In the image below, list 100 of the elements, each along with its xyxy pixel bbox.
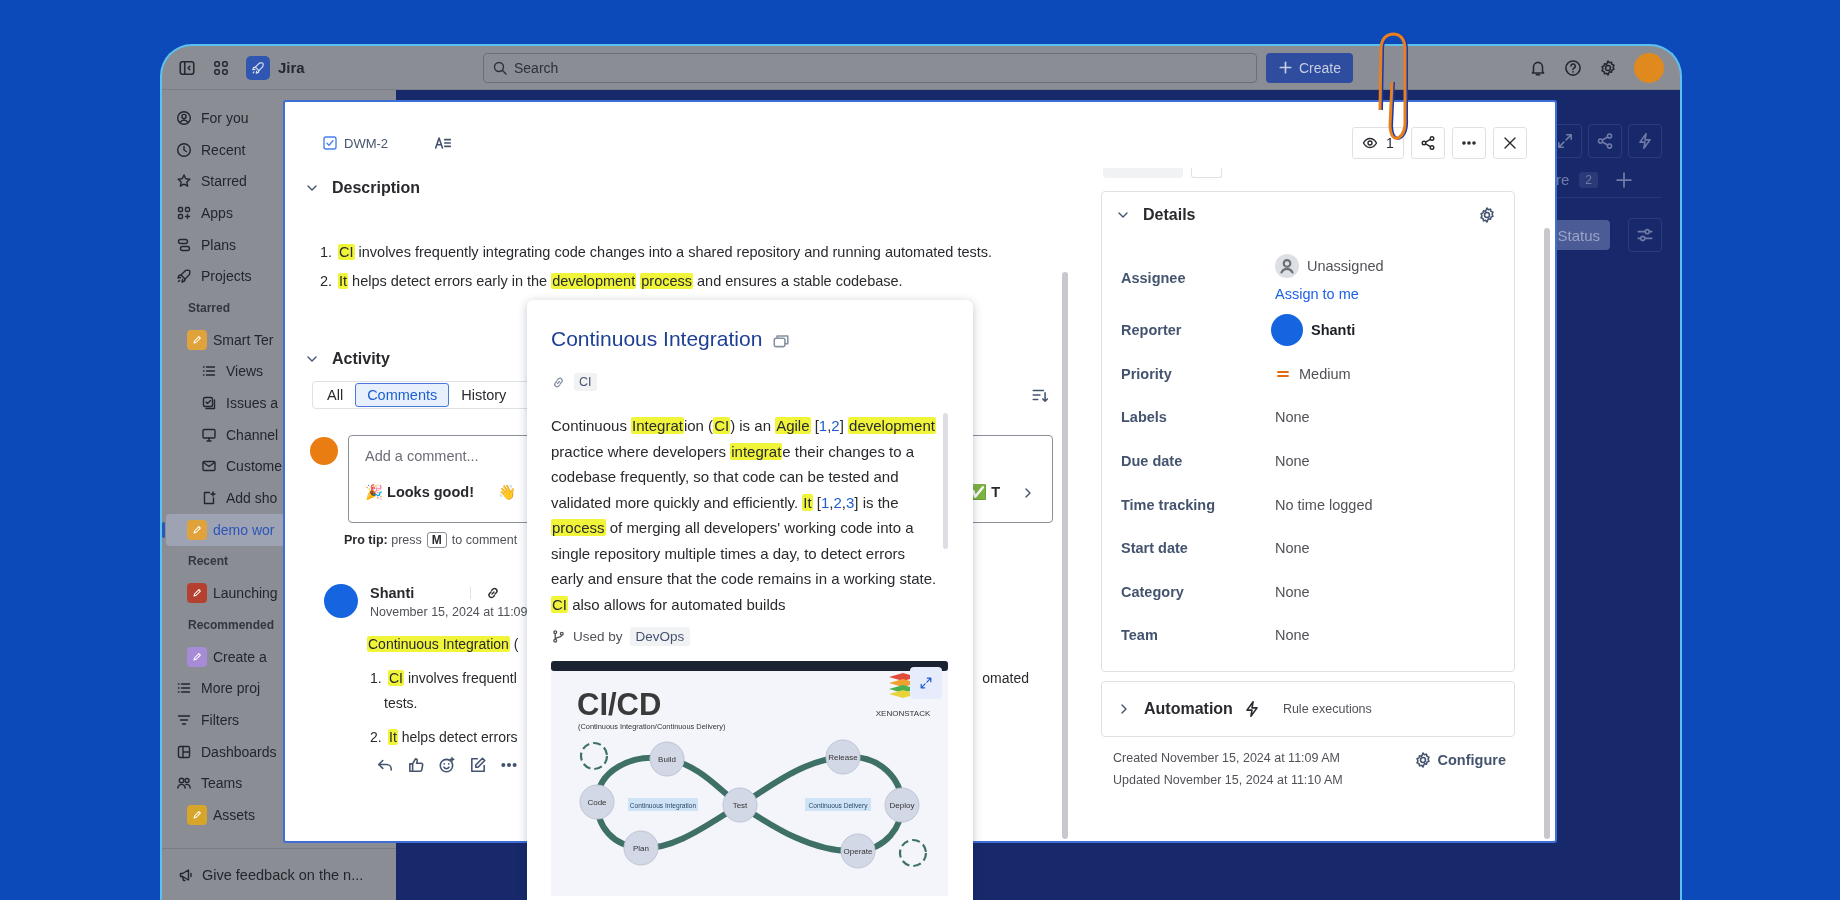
avatar	[310, 437, 338, 465]
list-number: 2.	[320, 272, 334, 291]
section-label: Recent	[187, 553, 229, 571]
scrollbar[interactable]	[1062, 272, 1068, 839]
thumbs-up-icon[interactable]	[407, 756, 425, 774]
field-label: Start date	[1121, 540, 1189, 557]
sidebar-item[interactable]: Assets	[166, 799, 392, 831]
field-label: Due date	[1121, 453, 1184, 469]
sidebar-toggle-icon[interactable]	[178, 58, 196, 77]
list-number: 1.	[320, 243, 334, 262]
search-field[interactable]: Search	[483, 52, 1257, 83]
panel-heading: Details	[1143, 206, 1196, 224]
add-reaction-icon[interactable]	[438, 756, 456, 774]
stage-node: Release	[825, 739, 861, 775]
field-value: None	[1275, 627, 1311, 644]
checklist-icon	[201, 395, 217, 412]
filter-settings-button[interactable]	[1628, 218, 1662, 252]
edit-icon[interactable]	[469, 756, 487, 774]
monitor-icon	[201, 426, 217, 443]
gear-icon	[1478, 206, 1496, 224]
copy-icon[interactable]	[772, 332, 791, 350]
user-placeholder-icon	[1275, 254, 1299, 278]
activity-tab[interactable]: All	[315, 383, 356, 407]
add-page-icon	[201, 490, 217, 507]
more-button[interactable]	[1452, 127, 1486, 159]
app-grid-icon[interactable]	[212, 58, 230, 77]
watch-button[interactable]: 1	[1352, 127, 1404, 159]
stage-node: Test	[722, 787, 758, 823]
logo-icon[interactable]	[246, 55, 270, 80]
apps-icon	[176, 204, 192, 221]
citation-link[interactable]: 2	[833, 493, 842, 511]
checkbox-icon	[322, 135, 338, 151]
text-format-icon[interactable]	[434, 134, 453, 152]
scrollbar[interactable]	[1544, 228, 1550, 839]
assign-link[interactable]: Assign to me	[1275, 286, 1496, 302]
definition-text: Continuous Integration (CI) is an Agile [1,2] development practice where developers integrate their changes to a codebase frequently, so that code can be tested and validated more quickly and efficiently. It [1,2,3] is the process of merging all developers' working code into a single repository multiple times a day, to detect errors early and ensure that the code remains in a working state. CI also allows for automated builds	[551, 416, 937, 615]
help-icon[interactable]	[1564, 58, 1582, 77]
avatar	[1271, 314, 1303, 346]
list-text: CI involves frequently integrating code changes into a shared repository and running automated tests.	[338, 243, 993, 262]
share-icon	[1420, 135, 1436, 151]
settings-icon[interactable]	[1599, 58, 1617, 77]
settings-button[interactable]	[1478, 206, 1496, 224]
brand-name: XENONSTACK	[875, 709, 931, 718]
gear-icon	[1413, 751, 1432, 770]
search-icon	[492, 59, 508, 76]
field-label: Labels	[1121, 409, 1168, 426]
count-badge: 2	[1579, 171, 1598, 188]
feedback-button[interactable]: Give feedback on the n...	[178, 866, 364, 883]
updated-date: Updated November 15, 2024 at 11:10 AM	[1113, 772, 1343, 790]
scrollbar[interactable]	[943, 413, 948, 549]
create-button[interactable]: Create	[1266, 52, 1354, 83]
sidebar-item[interactable]: Teams	[166, 767, 392, 800]
add-button[interactable]	[1614, 169, 1634, 190]
sidebar-item[interactable]: Channel	[166, 418, 392, 451]
citation-link[interactable]: 2	[831, 417, 840, 434]
comment-date: November 15, 2024 at 11:09	[370, 604, 528, 621]
star-icon	[176, 173, 192, 190]
close-icon	[1502, 135, 1518, 151]
list-text: omated	[982, 669, 1029, 688]
close-button[interactable]	[1493, 127, 1527, 159]
branch-icon	[551, 628, 566, 644]
section-label: Starred	[187, 299, 232, 317]
created-date: Created November 15, 2024 at 11:09 AM	[1113, 750, 1341, 768]
board-icon	[176, 743, 192, 760]
automation-button[interactable]	[1628, 124, 1662, 158]
stage-node: Build	[649, 741, 685, 777]
rocket-icon	[176, 268, 192, 285]
activity-tab[interactable]: Comments	[355, 383, 450, 407]
field-label: Time tracking	[1121, 496, 1217, 513]
stage-node: Operate	[840, 833, 876, 869]
section-heading: Activity	[332, 350, 390, 368]
field-value: None	[1275, 583, 1311, 600]
panel-heading: Automation	[1144, 700, 1233, 719]
field-value: Unassigned	[1307, 258, 1384, 274]
stacked-bars-icon	[176, 236, 192, 253]
lightning-icon	[1636, 132, 1654, 150]
comment-author: Shanti	[370, 585, 415, 601]
field-value: Medium	[1299, 365, 1351, 382]
field-value: Shanti	[1311, 322, 1356, 338]
used-by-tag: DevOps	[629, 626, 691, 646]
expand-icon	[919, 676, 933, 690]
field-label: Team	[1121, 627, 1159, 644]
list-number: 1.	[370, 669, 383, 688]
quick-reply-button[interactable]: 🎉 Looks good!	[365, 484, 474, 501]
sidebar-item[interactable]: Apps	[166, 197, 392, 229]
field-label: Assignee	[1121, 270, 1187, 286]
list-text: tests.	[384, 694, 418, 713]
tab-label[interactable]: re	[1555, 171, 1570, 188]
field-label: Category	[1121, 583, 1185, 600]
field-value: None	[1275, 540, 1311, 557]
caption-text: Rule executions	[1282, 702, 1372, 717]
pro-tip-text: to comment	[451, 533, 518, 547]
sidebar-item[interactable]: For you	[166, 102, 392, 134]
keyboard-key: M	[426, 532, 447, 548]
clock-icon	[176, 141, 192, 158]
activity-tab[interactable]: History	[449, 383, 519, 407]
cycle-icon	[579, 741, 609, 771]
issue-key-link[interactable]: DWM-2	[322, 135, 389, 151]
configure-button[interactable]: Configure	[1413, 747, 1506, 774]
stage-node: Deploy	[884, 787, 920, 823]
